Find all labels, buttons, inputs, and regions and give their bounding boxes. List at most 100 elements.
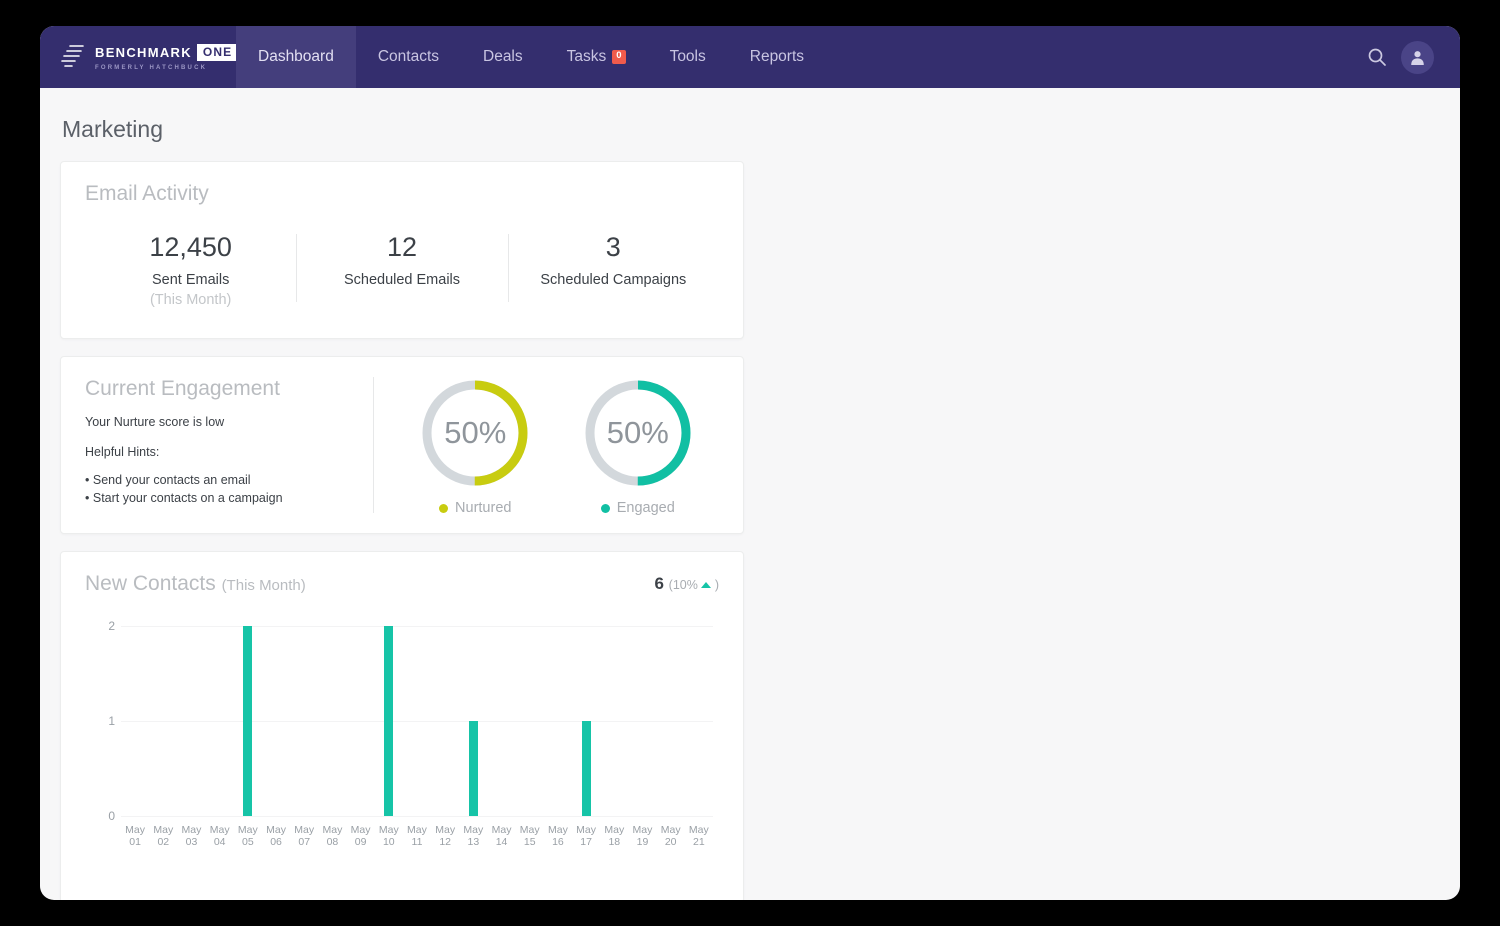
chart-x-tick: May 04 — [209, 824, 230, 848]
card-email-activity: Email Activity 12,450 Sent Emails (This Mo… — [60, 161, 744, 339]
new-contacts-delta-value: (10% — [668, 578, 698, 592]
chart-bar[interactable] — [581, 721, 591, 816]
engagement-hint: Start your contacts on a campaign — [85, 491, 357, 505]
donut-value: 50% — [606, 415, 669, 450]
chart-bar-slot — [347, 626, 375, 816]
nav-item-label: Deals — [483, 48, 523, 65]
stat-value: 12,450 — [149, 232, 232, 262]
chart-bar[interactable] — [243, 626, 253, 816]
chart-bar-slot — [403, 626, 431, 816]
nav-item-reports[interactable]: Reports — [728, 26, 826, 88]
nav-item-dashboard[interactable]: Dashboard — [236, 26, 356, 88]
donut-ring: 50% — [579, 374, 697, 492]
chart-x-axis-labels: May 01 May 02 May 03 May 04 May 05 May 06 May 07 May 08… — [121, 824, 713, 848]
chart-bar-slot — [375, 626, 403, 816]
nav-item-tasks[interactable]: Tasks 0 — [545, 26, 648, 88]
engagement-hints-title: Helpful Hints: — [85, 445, 160, 459]
nav-item-label: Contacts — [377, 48, 439, 65]
stat-sublabel: (This Month) — [149, 292, 232, 308]
chart-x-tick: May 08 — [322, 824, 343, 848]
chart-bar-slot — [657, 626, 685, 816]
user-avatar-button[interactable] — [1401, 40, 1434, 74]
new-contacts-bar-chart: 012 May 01 May 02 May 03 May 04 May 05 May 06 May 07 M… — [85, 618, 719, 860]
chart-x-tick: May 05 — [237, 824, 258, 848]
trend-up-icon — [701, 582, 712, 588]
donut-engaged: 50% Engaged — [579, 374, 697, 516]
chart-bar-slot — [487, 626, 515, 816]
new-contacts-delta-close: ) — [714, 578, 719, 592]
chart-x-tick: May 15 — [519, 824, 540, 848]
email-activity-stats: 12,450 Sent Emails (This Month) 12 Scheduled… — [85, 232, 719, 308]
new-contacts-value: 6 — [654, 574, 664, 593]
chart-bar-slot — [177, 626, 205, 816]
nav-item-label: Dashboard — [258, 48, 334, 65]
donut-legend: Engaged — [579, 500, 697, 516]
new-contacts-total: 6 (10% ) — [654, 574, 719, 594]
chart-bar[interactable] — [468, 721, 478, 816]
chart-x-tick: May 10 — [378, 824, 399, 848]
chart-bar-slot — [516, 626, 544, 816]
legend-dot-icon — [439, 503, 449, 513]
card-title-current-engagement: Current Engagement — [85, 377, 280, 400]
stat-value: 3 — [605, 232, 621, 262]
logo-one-badge: ONE — [196, 43, 238, 61]
chart-gridline — [121, 816, 713, 817]
chart-bar-slot — [121, 626, 149, 816]
chart-bar-slot — [262, 626, 290, 816]
engagement-note: Your Nurture score is low — [85, 415, 225, 429]
page-title: Marketing — [62, 116, 163, 142]
card-current-engagement: Current Engagement Your Nurture score is… — [60, 356, 744, 534]
chart-x-tick: May 09 — [350, 824, 371, 848]
new-contacts-title: New Contacts — [85, 572, 216, 595]
card-title-email-activity: Email Activity — [85, 182, 209, 205]
chart-bar-slot — [628, 626, 656, 816]
stat-scheduled-campaigns: 3 Scheduled Campaigns — [507, 232, 719, 308]
nav-item-label: Tasks — [566, 48, 607, 65]
chart-y-tick: 0 — [108, 809, 115, 823]
nav-item-deals[interactable]: Deals — [461, 26, 545, 88]
chart-bars — [121, 626, 713, 816]
logo-wordmark: BENCHMARK — [95, 44, 192, 60]
slashes-logo-icon — [61, 45, 84, 67]
chart-bar[interactable] — [384, 626, 394, 816]
donut-ring: 50% — [416, 374, 534, 492]
chart-y-tick: 2 — [108, 619, 115, 633]
chart-x-tick: May 03 — [181, 824, 202, 848]
chart-bar-slot — [234, 626, 262, 816]
nav-item-badge: 0 — [612, 50, 626, 64]
search-icon[interactable] — [1367, 47, 1387, 67]
nav-right-actions — [1367, 26, 1460, 88]
new-contacts-subtitle: (This Month) — [221, 577, 306, 594]
card-new-contacts: New Contacts (This Month) 6 (10% ) 0 1 2 M… — [60, 551, 744, 900]
chart-x-tick: May 01 — [125, 824, 146, 848]
chart-bar-slot — [544, 626, 572, 816]
logo-tagline: FORMERLY HATCHBUCK — [95, 64, 208, 71]
chart-bar-slot — [206, 626, 234, 816]
chart-plot-area: 0 1 2 — [108, 619, 713, 823]
chart-x-tick: May 18 — [604, 824, 625, 848]
donut-legend-label: Nurtured — [455, 500, 512, 516]
nav-item-contacts[interactable]: Contacts — [356, 26, 461, 88]
chart-x-tick: May 02 — [153, 824, 174, 848]
app-window: BENCHMARK ONE FORMERLY HATCHBUCK Dashboa… — [40, 26, 1460, 900]
dashboard-grid: Email Activity 12,450 Sent Emails (This Mo… — [60, 161, 1440, 900]
engagement-donuts: 50% Nurtured 50% Engaged — [373, 374, 719, 516]
top-navigation-bar: BENCHMARK ONE FORMERLY HATCHBUCK Dashboa… — [40, 26, 1460, 88]
chart-x-tick: May 06 — [266, 824, 286, 848]
chart-y-tick: 1 — [108, 714, 115, 728]
app-logo[interactable]: BENCHMARK ONE FORMERLY HATCHBUCK — [40, 26, 238, 88]
chart-x-tick: May 17 — [576, 824, 597, 848]
chart-x-tick: May 20 — [660, 824, 681, 848]
stat-label: Scheduled Campaigns — [540, 272, 687, 288]
page-content: Marketing Email Activity 12,450 Sent Emai… — [40, 88, 1460, 900]
nav-item-label: Reports — [749, 48, 805, 65]
user-avatar-icon — [1411, 50, 1424, 65]
nav-items: Dashboard Contacts Deals Tasks 0 Tools Reports — [236, 26, 826, 88]
donut-value: 50% — [444, 415, 507, 450]
nav-item-tools[interactable]: Tools — [648, 26, 728, 88]
chart-x-tick: May 21 — [688, 824, 709, 848]
chart-bar-slot — [318, 626, 346, 816]
chart-bar-slot — [149, 626, 177, 816]
chart-x-tick: May 11 — [407, 824, 427, 848]
chart-x-tick: May 19 — [632, 824, 653, 848]
